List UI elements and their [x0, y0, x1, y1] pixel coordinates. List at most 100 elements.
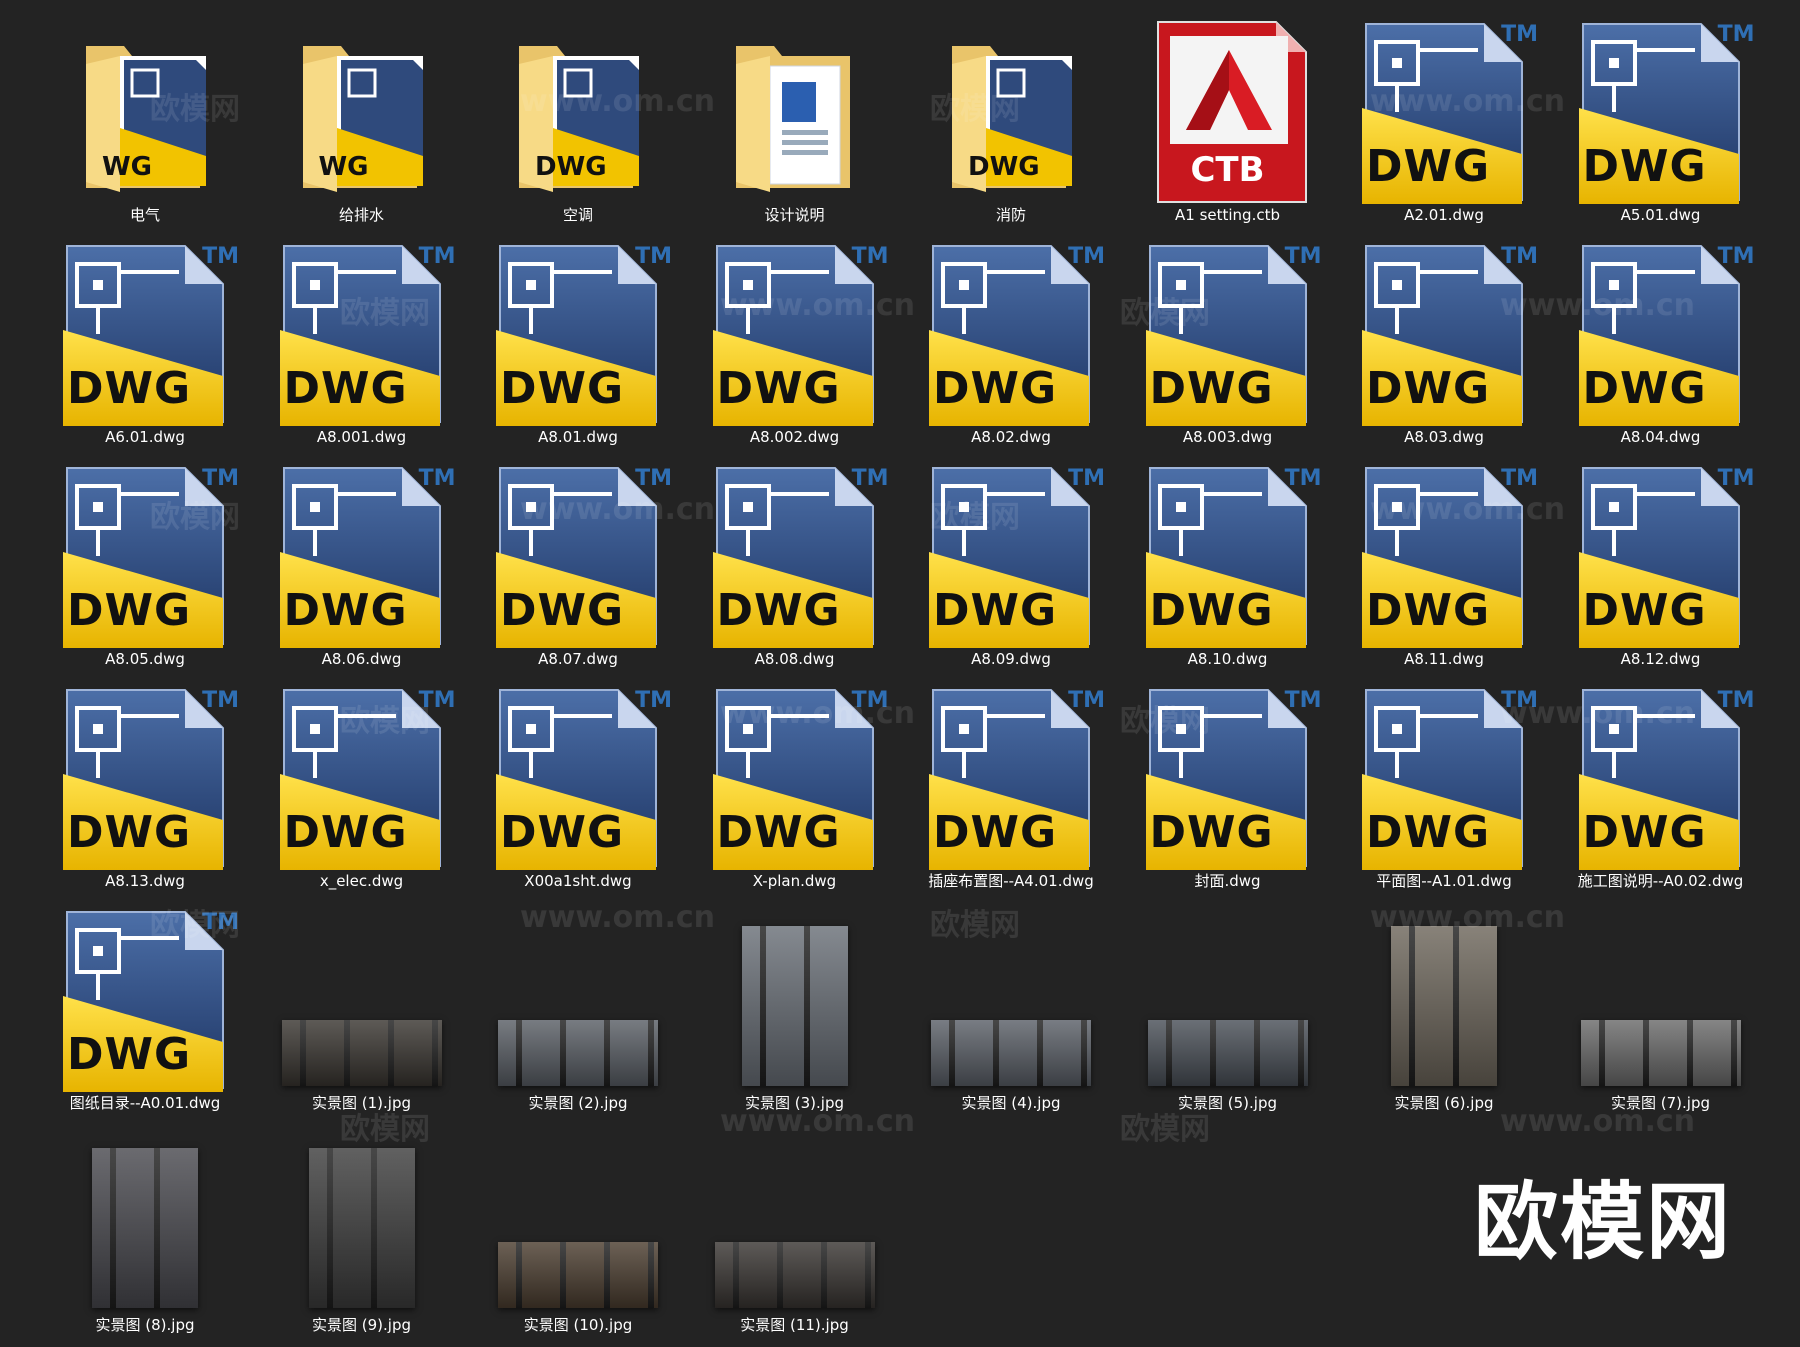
dwg-file-icon: TM DWG	[492, 464, 672, 648]
file-item[interactable]: DWG 空调	[473, 14, 683, 224]
file-item[interactable]: TM DWG A8.12.dwg	[1556, 458, 1766, 668]
photo-thumbnail[interactable]	[498, 1020, 658, 1086]
photo-thumbnail[interactable]	[714, 1242, 875, 1308]
file-icon-box	[257, 902, 467, 1092]
file-item[interactable]: TM DWG A8.04.dwg	[1556, 236, 1766, 446]
file-item[interactable]: 设计说明	[690, 14, 900, 224]
dwg-file-icon: TM DWG	[59, 908, 239, 1092]
file-item[interactable]: TM DWG 封面.dwg	[1123, 680, 1333, 890]
photo-thumbnail[interactable]	[1391, 926, 1497, 1086]
file-item[interactable]: TM DWG A2.01.dwg	[1339, 14, 1549, 224]
file-item[interactable]: TM DWG A6.01.dwg	[40, 236, 250, 446]
photo-thumbnail[interactable]	[1580, 1020, 1741, 1086]
file-name: A8.08.dwg	[754, 650, 835, 668]
file-name: A5.01.dwg	[1620, 206, 1701, 224]
file-item[interactable]: 实景图 (10).jpg	[473, 1124, 683, 1334]
file-icon-box: TM DWG	[1123, 236, 1333, 426]
file-name: 实景图 (4).jpg	[961, 1094, 1061, 1112]
file-item[interactable]: 实景图 (9).jpg	[257, 1124, 467, 1334]
file-icon-box	[1339, 902, 1549, 1092]
file-item[interactable]: 实景图 (3).jpg	[690, 902, 900, 1112]
file-icon-box	[473, 902, 683, 1092]
file-icon-box	[257, 1124, 467, 1314]
file-item[interactable]: TM DWG A8.05.dwg	[40, 458, 250, 668]
file-icon-box	[690, 902, 900, 1092]
file-item[interactable]: TM DWG 图纸目录--A0.01.dwg	[40, 902, 250, 1112]
file-icon-box	[906, 902, 1116, 1092]
file-item[interactable]: 实景图 (11).jpg	[690, 1124, 900, 1334]
file-item[interactable]: TM DWG A8.11.dwg	[1339, 458, 1549, 668]
file-item[interactable]: TM DWG A8.01.dwg	[473, 236, 683, 446]
photo-thumbnail[interactable]	[308, 1148, 415, 1308]
photo-thumbnail[interactable]	[931, 1020, 1091, 1086]
dwg-file-icon: TM DWG	[59, 464, 239, 648]
file-item[interactable]: TM DWG A8.07.dwg	[473, 458, 683, 668]
file-item[interactable]: 实景图 (8).jpg	[40, 1124, 250, 1334]
file-item[interactable]: TM DWG A8.10.dwg	[1123, 458, 1333, 668]
file-item[interactable]: TM DWG A8.03.dwg	[1339, 236, 1549, 446]
file-item[interactable]: TM DWG 平面图--A1.01.dwg	[1339, 680, 1549, 890]
file-name: A8.01.dwg	[538, 428, 618, 446]
file-item[interactable]: 实景图 (1).jpg	[257, 902, 467, 1112]
file-icon-box: TM DWG	[40, 902, 250, 1092]
file-icon-box	[1123, 902, 1333, 1092]
file-name: A8.02.dwg	[971, 428, 1051, 446]
autocad-ctb-icon: CTB	[1148, 20, 1308, 204]
file-icon-box: TM DWG	[1556, 236, 1766, 426]
file-item[interactable]: TM DWG X00a1sht.dwg	[473, 680, 683, 890]
file-icon-box: TM DWG	[1339, 680, 1549, 870]
file-item[interactable]: TM DWG A8.08.dwg	[690, 458, 900, 668]
photo-thumbnail[interactable]	[741, 926, 848, 1086]
dwg-file-icon: TM DWG	[1358, 242, 1538, 426]
file-name: 平面图--A1.01.dwg	[1376, 872, 1512, 890]
photo-thumbnail[interactable]	[498, 1242, 658, 1308]
dwg-file-icon: TM DWG	[1575, 686, 1755, 870]
file-item[interactable]: WG 电气	[40, 14, 250, 224]
file-item[interactable]: TM DWG A8.13.dwg	[40, 680, 250, 890]
dwg-file-icon: TM DWG	[276, 242, 456, 426]
photo-thumbnail[interactable]	[1147, 1020, 1308, 1086]
file-item[interactable]: DWG 消防	[906, 14, 1116, 224]
photo-thumbnail[interactable]	[92, 1148, 198, 1308]
file-item[interactable]: TM DWG A5.01.dwg	[1556, 14, 1766, 224]
file-icon-box: TM DWG	[690, 458, 900, 648]
file-item[interactable]: TM DWG X-plan.dwg	[690, 680, 900, 890]
file-item[interactable]: 实景图 (5).jpg	[1123, 902, 1333, 1112]
file-name: A8.03.dwg	[1404, 428, 1484, 446]
file-item[interactable]: TM DWG x_elec.dwg	[257, 680, 467, 890]
file-name: 插座布置图--A4.01.dwg	[928, 872, 1094, 890]
file-item[interactable]: 实景图 (4).jpg	[906, 902, 1116, 1112]
file-item[interactable]: CTB A1 setting.ctb	[1123, 14, 1333, 224]
dwg-file-icon: TM DWG	[709, 464, 889, 648]
file-icon-box: TM DWG	[1556, 14, 1766, 204]
file-name: 消防	[995, 206, 1026, 224]
file-name: A8.002.dwg	[749, 428, 840, 446]
file-item[interactable]: TM DWG A8.002.dwg	[690, 236, 900, 446]
file-icon-box: TM DWG	[257, 458, 467, 648]
file-item[interactable]: TM DWG A8.001.dwg	[257, 236, 467, 446]
folder-icon	[730, 36, 860, 196]
file-item[interactable]: TM DWG A8.09.dwg	[906, 458, 1116, 668]
dwg-file-icon: TM DWG	[276, 686, 456, 870]
file-item[interactable]: 实景图 (2).jpg	[473, 902, 683, 1112]
file-item[interactable]: 实景图 (7).jpg	[1556, 902, 1766, 1112]
file-icon-box: TM DWG	[1339, 236, 1549, 426]
file-icon-box: TM DWG	[473, 236, 683, 426]
file-icon-box: WG	[40, 14, 250, 204]
file-item[interactable]: TM DWG 施工图说明--A0.02.dwg	[1556, 680, 1766, 890]
dwg-file-icon: TM DWG	[1142, 686, 1322, 870]
file-icon-box: TM DWG	[690, 680, 900, 870]
file-item[interactable]: TM DWG A8.06.dwg	[257, 458, 467, 668]
file-item[interactable]: TM DWG A8.003.dwg	[1123, 236, 1333, 446]
brand-watermark: 欧模网	[1474, 1173, 1733, 1271]
file-item[interactable]: TM DWG 插座布置图--A4.01.dwg	[906, 680, 1116, 890]
file-name: 给排水	[338, 206, 384, 224]
dwg-file-icon: TM DWG	[1358, 464, 1538, 648]
file-name: A8.06.dwg	[321, 650, 402, 668]
photo-thumbnail[interactable]	[281, 1020, 442, 1086]
file-item[interactable]: 实景图 (6).jpg	[1339, 902, 1549, 1112]
dwg-file-icon: TM DWG	[709, 686, 889, 870]
file-item[interactable]: TM DWG A8.02.dwg	[906, 236, 1116, 446]
file-item[interactable]: WG 给排水	[257, 14, 467, 224]
file-icon-box	[1556, 902, 1766, 1092]
